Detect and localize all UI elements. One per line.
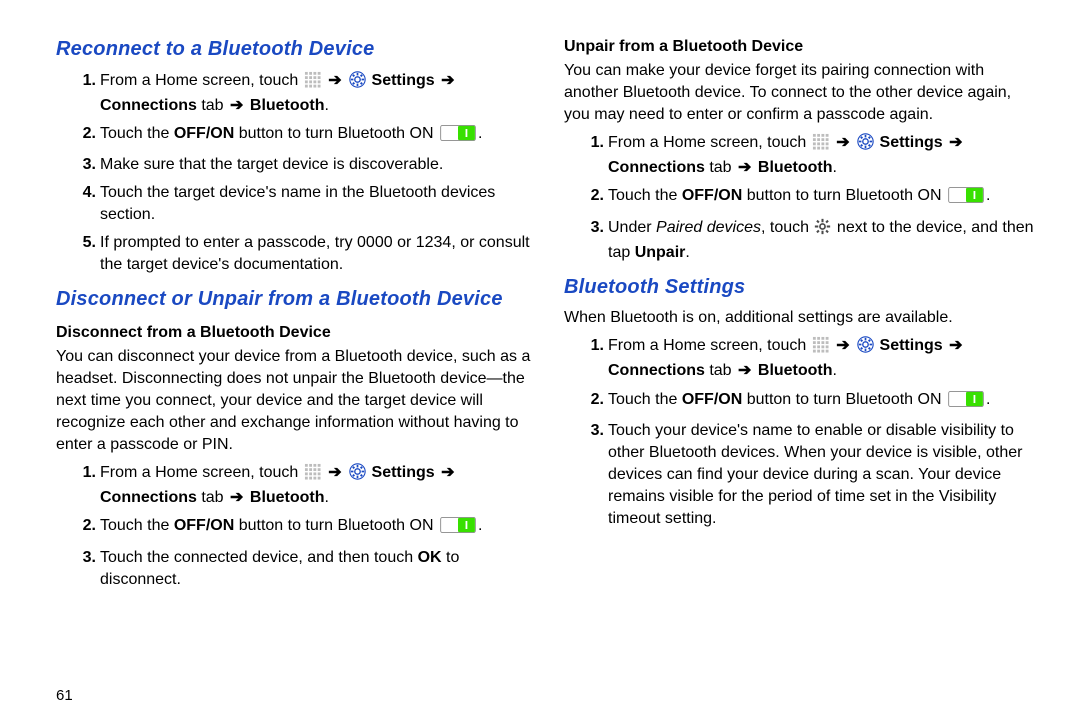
text: OFF/ON — [682, 187, 742, 204]
step: Touch your device's name to enable or di… — [564, 420, 1040, 530]
text: From a Home screen, touch — [100, 72, 303, 89]
text: button to turn Bluetooth ON — [742, 187, 946, 204]
arrow-icon: ➔ — [834, 134, 851, 151]
arrow-icon: ➔ — [326, 464, 343, 481]
apps-grid-icon — [304, 71, 321, 95]
paragraph: You can disconnect your device from a Bl… — [56, 346, 532, 456]
paragraph: When Bluetooth is on, additional setting… — [564, 307, 1040, 329]
step: If prompted to enter a passcode, try 000… — [56, 232, 532, 276]
device-gear-icon — [814, 218, 831, 242]
step: Touch the OFF/ON button to turn Bluetoot… — [56, 123, 532, 148]
steps-bt-settings: From a Home screen, touch ➔ Settings ➔ C… — [564, 335, 1040, 530]
text: Paired devices — [656, 219, 761, 236]
text: From a Home screen, touch — [608, 134, 811, 151]
arrow-icon: ➔ — [326, 72, 343, 89]
text: OFF/ON — [682, 391, 742, 408]
text: Bluetooth — [245, 489, 324, 506]
step: Touch the OFF/ON button to turn Bluetoot… — [564, 389, 1040, 414]
step: Touch the OFF/ON button to turn Bluetoot… — [56, 515, 532, 540]
toggle-on-icon — [439, 517, 477, 540]
text: Settings — [372, 72, 440, 89]
apps-grid-icon — [304, 463, 321, 487]
steps-disconnect: From a Home screen, touch ➔ Settings ➔ C… — [56, 462, 532, 590]
text: tab — [705, 159, 736, 176]
text: From a Home screen, touch — [608, 337, 811, 354]
text: Connections — [608, 159, 705, 176]
text: button to turn Bluetooth ON — [234, 517, 438, 534]
text: Settings — [880, 134, 948, 151]
arrow-icon: ➔ — [228, 97, 245, 114]
text: tab — [705, 362, 736, 379]
text: Connections — [100, 97, 197, 114]
text: button to turn Bluetooth ON — [742, 391, 946, 408]
page-number: 61 — [56, 687, 73, 704]
text: Touch the — [608, 391, 682, 408]
toggle-on-icon — [947, 391, 985, 414]
text: OK — [418, 549, 442, 566]
arrow-icon: ➔ — [439, 72, 456, 89]
settings-gear-icon — [857, 133, 874, 157]
apps-grid-icon — [812, 336, 829, 360]
heading-reconnect: Reconnect to a Bluetooth Device — [56, 36, 532, 64]
text: Touch the — [100, 517, 174, 534]
toggle-on-icon — [947, 187, 985, 210]
heading-disconnect-unpair: Disconnect or Unpair from a Bluetooth De… — [56, 286, 532, 314]
text: , touch — [761, 219, 813, 236]
settings-gear-icon — [857, 336, 874, 360]
step: From a Home screen, touch ➔ Settings ➔ C… — [564, 132, 1040, 179]
apps-grid-icon — [812, 133, 829, 157]
heading-bluetooth-settings: Bluetooth Settings — [564, 274, 1040, 302]
step: Touch the target device's name in the Bl… — [56, 182, 532, 226]
arrow-icon: ➔ — [947, 134, 964, 151]
arrow-icon: ➔ — [834, 337, 851, 354]
step: From a Home screen, touch ➔ Settings ➔ C… — [564, 335, 1040, 382]
step: Touch the OFF/ON button to turn Bluetoot… — [564, 185, 1040, 210]
text: From a Home screen, touch — [100, 464, 303, 481]
step: Make sure that the target device is disc… — [56, 154, 532, 176]
step: Under Paired devices, touch next to the … — [564, 217, 1040, 264]
text: Unpair — [635, 244, 686, 261]
settings-gear-icon — [349, 71, 366, 95]
text: Connections — [608, 362, 705, 379]
arrow-icon: ➔ — [947, 337, 964, 354]
subheading-disconnect: Disconnect from a Bluetooth Device — [56, 322, 532, 344]
paragraph: You can make your device forget its pair… — [564, 60, 1040, 126]
settings-gear-icon — [349, 463, 366, 487]
text: OFF/ON — [174, 125, 234, 142]
step: From a Home screen, touch ➔ Settings ➔ C… — [56, 70, 532, 117]
steps-reconnect: From a Home screen, touch ➔ Settings ➔ C… — [56, 70, 532, 277]
arrow-icon: ➔ — [228, 489, 245, 506]
step: From a Home screen, touch ➔ Settings ➔ C… — [56, 462, 532, 509]
text: OFF/ON — [174, 517, 234, 534]
text: Connections — [100, 489, 197, 506]
text: Under — [608, 219, 656, 236]
text: Settings — [880, 337, 948, 354]
text: tab — [197, 489, 228, 506]
steps-unpair: From a Home screen, touch ➔ Settings ➔ C… — [564, 132, 1040, 263]
text: Touch the — [608, 187, 682, 204]
text: Settings — [372, 464, 440, 481]
step: Touch the connected device, and then tou… — [56, 547, 532, 591]
subheading-unpair: Unpair from a Bluetooth Device — [564, 36, 1040, 58]
text: button to turn Bluetooth ON — [234, 125, 438, 142]
text: tab — [197, 97, 228, 114]
arrow-icon: ➔ — [736, 159, 753, 176]
arrow-icon: ➔ — [736, 362, 753, 379]
text: Bluetooth — [753, 362, 832, 379]
text: Bluetooth — [245, 97, 324, 114]
arrow-icon: ➔ — [439, 464, 456, 481]
text: Touch the connected device, and then tou… — [100, 549, 418, 566]
toggle-on-icon — [439, 125, 477, 148]
text: Touch the — [100, 125, 174, 142]
text: Bluetooth — [753, 159, 832, 176]
